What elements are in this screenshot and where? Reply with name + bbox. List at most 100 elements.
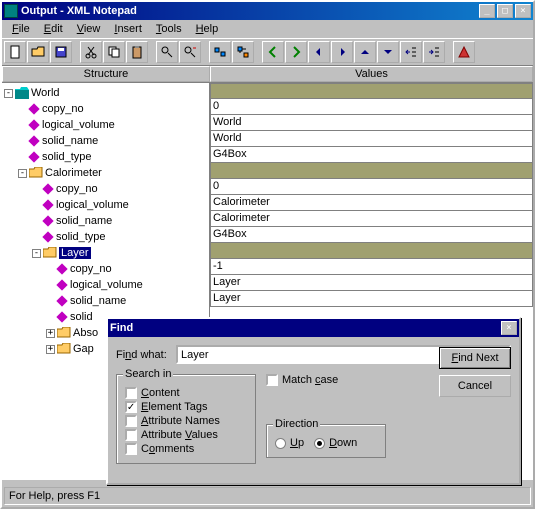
tree-leaf[interactable]: solid_name [4,133,207,149]
tree-node-calorimeter[interactable]: -Calorimeter [4,165,207,181]
diamond-icon [56,295,67,306]
tree-leaf[interactable]: solid_name [4,293,207,309]
comments-checkbox[interactable]: Comments [125,443,247,455]
value-cell[interactable]: Calorimeter [210,195,533,211]
minimize-button[interactable]: _ [479,4,495,18]
move-right-button[interactable] [331,41,353,63]
collapse-icon[interactable]: - [32,249,41,258]
value-cell[interactable]: World [210,131,533,147]
match-case-checkbox[interactable]: Match case [266,374,386,386]
new-button[interactable] [4,41,26,63]
structure-header[interactable]: Structure [2,66,210,82]
direction-group: Direction Up Down [266,424,386,458]
value-cell[interactable] [210,163,533,179]
copy-button[interactable] [103,41,125,63]
find-what-label: Find what: [116,349,176,361]
value-cell[interactable]: World [210,115,533,131]
tree-leaf[interactable]: copy_no [4,261,207,277]
value-cell[interactable]: -1 [210,259,533,275]
window-title: Output - XML Notepad [21,5,477,17]
find-next-button[interactable] [179,41,201,63]
tree-leaf[interactable]: copy_no [4,101,207,117]
collapse-icon[interactable]: - [4,89,13,98]
menu-edit[interactable]: Edit [38,22,69,36]
find-close-button[interactable]: × [501,321,517,335]
direction-legend: Direction [273,418,320,430]
menu-view[interactable]: View [71,22,107,36]
nav-back-button[interactable] [262,41,284,63]
value-cell[interactable]: Calorimeter [210,211,533,227]
value-cell[interactable]: 0 [210,99,533,115]
value-cell[interactable] [210,243,533,259]
tree-node-layer[interactable]: - Layer [4,245,207,261]
diamond-icon [56,263,67,274]
duplicate-button[interactable] [209,41,231,63]
app-icon [4,4,18,18]
direction-up-radio[interactable]: Up [275,437,304,449]
diamond-icon [28,119,39,130]
checkbox-icon [125,443,137,455]
tree-leaf[interactable]: logical_volume [4,117,207,133]
menu-tools[interactable]: Tools [150,22,188,36]
tree-leaf[interactable]: copy_no [4,181,207,197]
value-cell[interactable]: Layer [210,291,533,307]
maximize-button[interactable]: □ [497,4,513,18]
attribute-names-checkbox[interactable]: Attribute Names [125,415,247,427]
help-button[interactable] [453,41,475,63]
menu-file[interactable]: File [6,22,36,36]
expand-icon[interactable]: + [46,329,55,338]
tree-leaf[interactable]: logical_volume [4,197,207,213]
tree-leaf[interactable]: solid_type [4,229,207,245]
selected-node-label: Layer [59,247,91,259]
content-checkbox[interactable]: Content [125,387,247,399]
open-button[interactable] [27,41,49,63]
tree-leaf[interactable]: logical_volume [4,277,207,293]
menu-insert[interactable]: Insert [108,22,148,36]
checkbox-icon: ✓ [125,401,137,413]
folder-icon [15,87,29,99]
attribute-values-checkbox[interactable]: Attribute Values [125,429,247,441]
values-header[interactable]: Values [210,66,533,82]
value-cell[interactable]: G4Box [210,147,533,163]
diamond-icon [42,231,53,242]
value-cell[interactable]: 0 [210,179,533,195]
folder-open-icon [43,247,57,259]
cancel-button[interactable]: Cancel [439,375,511,397]
direction-down-radio[interactable]: Down [314,437,357,449]
paste-button[interactable] [126,41,148,63]
main-window: Output - XML Notepad _ □ × File Edit Vie… [0,0,535,509]
checkbox-icon [125,429,137,441]
move-up-button[interactable] [354,41,376,63]
diamond-icon [42,183,53,194]
outdent-button[interactable] [400,41,422,63]
collapse-icon[interactable]: - [18,169,27,178]
move-down-button[interactable] [377,41,399,63]
element-tags-checkbox[interactable]: ✓Element Tags [125,401,247,413]
tree-node-world[interactable]: -World [4,85,207,101]
toolbar [2,38,533,66]
save-button[interactable] [50,41,72,63]
value-cell[interactable]: G4Box [210,227,533,243]
value-cell[interactable] [210,83,533,99]
tree-leaf[interactable]: solid_name [4,213,207,229]
expand-icon[interactable]: + [46,345,55,354]
close-button[interactable]: × [515,4,531,18]
find-next-button[interactable]: Find Next [439,347,511,369]
find-dialog: Find × Find what: Search in Content ✓Ele… [106,317,521,485]
tree-leaf[interactable]: solid_type [4,149,207,165]
cut-button[interactable] [80,41,102,63]
diamond-icon [56,279,67,290]
indent-button[interactable] [423,41,445,63]
nav-forward-button[interactable] [285,41,307,63]
folder-icon [57,343,71,355]
checkbox-icon [125,415,137,427]
diamond-icon [42,215,53,226]
find-button[interactable] [156,41,178,63]
status-bar: For Help, press F1 [4,487,531,505]
find-title: Find [110,322,499,334]
change-button[interactable] [232,41,254,63]
move-left-button[interactable] [308,41,330,63]
diamond-icon [28,135,39,146]
value-cell[interactable]: Layer [210,275,533,291]
menu-help[interactable]: Help [190,22,225,36]
